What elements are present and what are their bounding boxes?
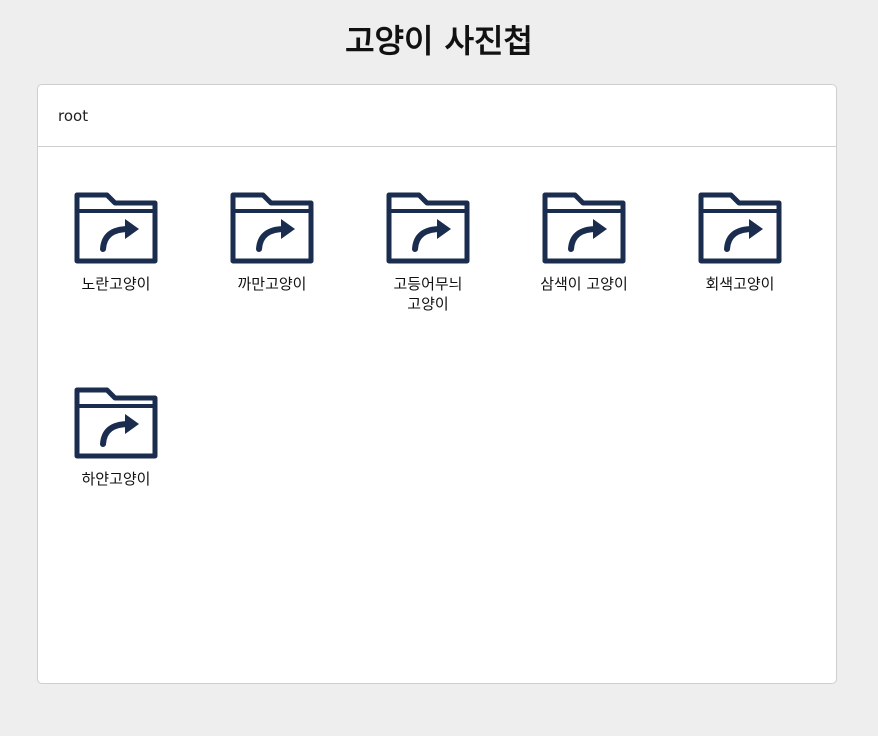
folder-item[interactable]: 하얀고양이 xyxy=(56,386,176,489)
folder-shortcut-icon xyxy=(74,192,158,264)
folder-label: 까만고양이 xyxy=(237,275,307,293)
folder-label: 회색고양이 xyxy=(705,275,775,293)
folder-shortcut-icon xyxy=(542,192,626,264)
folder-item[interactable]: 까만고양이 xyxy=(212,191,332,294)
folder-label: 노란고양이 xyxy=(81,275,151,293)
page-title: 고양이 사진첩 xyxy=(345,22,533,60)
folder-label: 하얀고양이 xyxy=(81,470,151,488)
folder-item[interactable]: 노란고양이 xyxy=(56,191,176,294)
folder-shortcut-icon xyxy=(230,192,314,264)
folder-label: 삼색이 고양이 xyxy=(540,275,628,293)
folder-shortcut-icon xyxy=(386,192,470,264)
folder-item[interactable]: 고등어무늬 고양이 xyxy=(368,191,488,314)
breadcrumb-item-root[interactable]: root xyxy=(58,107,88,125)
folder-shortcut-icon xyxy=(74,387,158,459)
folder-item[interactable]: 삼색이 고양이 xyxy=(524,191,644,294)
album-panel: root 노란고양이 까만고양이 고등어무늬 고양이 삼색이 고양이 회색고양이… xyxy=(37,84,837,684)
breadcrumb: root xyxy=(38,85,836,147)
folder-item[interactable]: 회색고양이 xyxy=(680,191,800,294)
folder-label: 고등어무늬 고양이 xyxy=(393,275,463,313)
folder-shortcut-icon xyxy=(698,192,782,264)
